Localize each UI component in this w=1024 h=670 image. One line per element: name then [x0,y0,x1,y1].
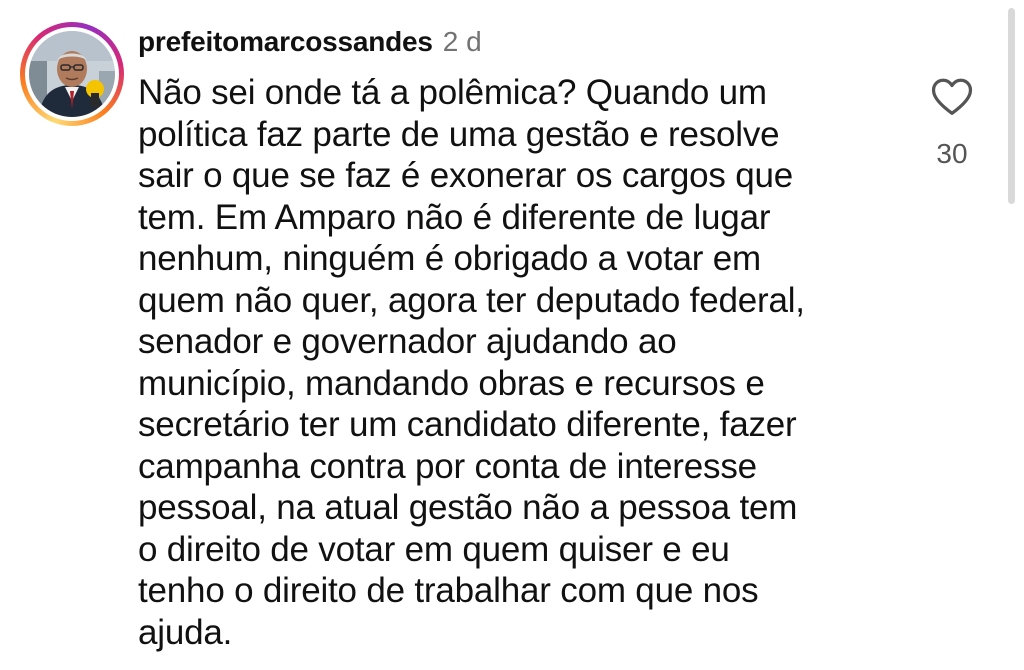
comment-item: prefeitomarcossandes 2 d Não sei onde tá… [0,0,1024,670]
scrollbar[interactable] [1008,8,1015,204]
comment-text-line: o direito de votar em quem quiser e eu [138,529,730,569]
comment-text-line: município, mandando obras e recursos e [138,363,765,403]
comment-text-line: nenhum, ninguém é obrigado a votar em [138,239,761,278]
comment-text-line: ajuda. [138,612,233,652]
comment-text-line: Não sei onde tá a polêmica? Quando um [138,73,767,112]
comment-text-line: secretário ter um candidato diferente, f… [138,405,797,444]
comment-text-line: sair o que se faz é exonerar os cargos q… [138,156,794,195]
heart-outline-icon[interactable] [929,74,975,120]
comment-text-line: tem. Em Amparo não é diferente de lugar [138,197,771,237]
avatar-ring-gap [25,27,119,121]
comment-text-line: pessoal, na atual gestão não a pessoa te… [138,488,798,527]
avatar[interactable] [29,31,115,117]
comment-text-line: campanha contra por conta de interesse [138,446,757,486]
like-area: 30 [918,74,986,174]
comment-header: prefeitomarcossandes 2 d [138,26,482,66]
comment-text-line: política faz parte de uma gestão e resol… [138,114,780,154]
avatar-photo [29,31,115,117]
username-link[interactable]: prefeitomarcossandes [138,26,433,58]
story-ring[interactable] [20,22,124,126]
like-count: 30 [936,138,968,169]
comment-body: Não sei onde tá a polêmica? Quando um po… [138,72,898,653]
comment-timestamp: 2 d [442,26,482,57]
comment-text-line: senador e governador ajudando ao [138,322,677,361]
comment-text-line: tenho o direito de trabalhar com que nos [138,571,759,610]
comment-text-line: quem não quer, agora ter deputado federa… [138,280,805,320]
